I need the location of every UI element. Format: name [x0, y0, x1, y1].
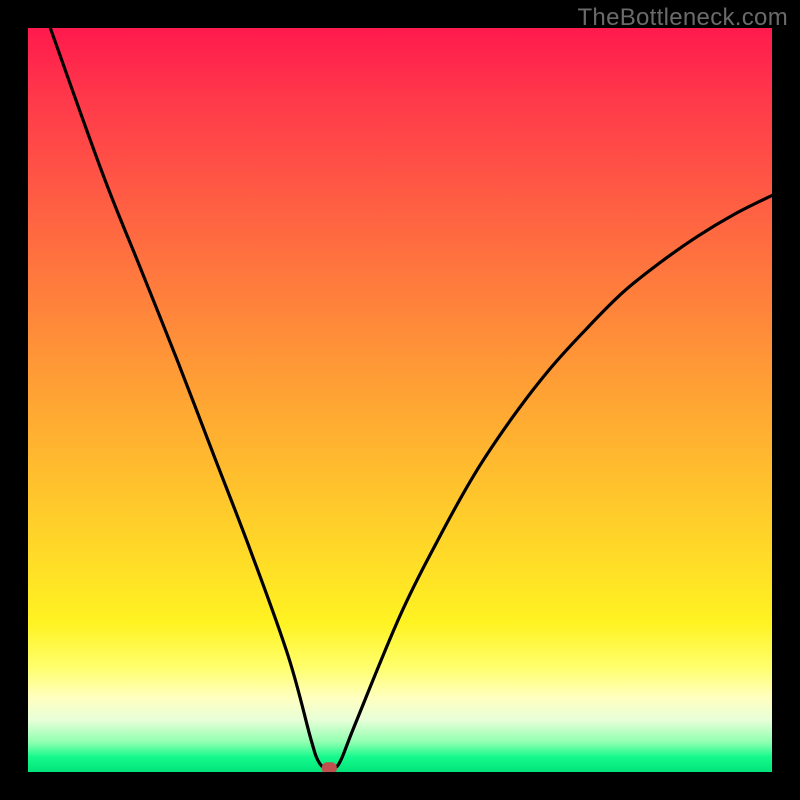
chart-frame: TheBottleneck.com — [0, 0, 800, 800]
bottleneck-curve — [50, 28, 772, 769]
watermark-text: TheBottleneck.com — [577, 4, 788, 32]
optimum-marker — [322, 763, 336, 772]
plot-area — [28, 28, 772, 772]
plot-svg — [28, 28, 772, 772]
